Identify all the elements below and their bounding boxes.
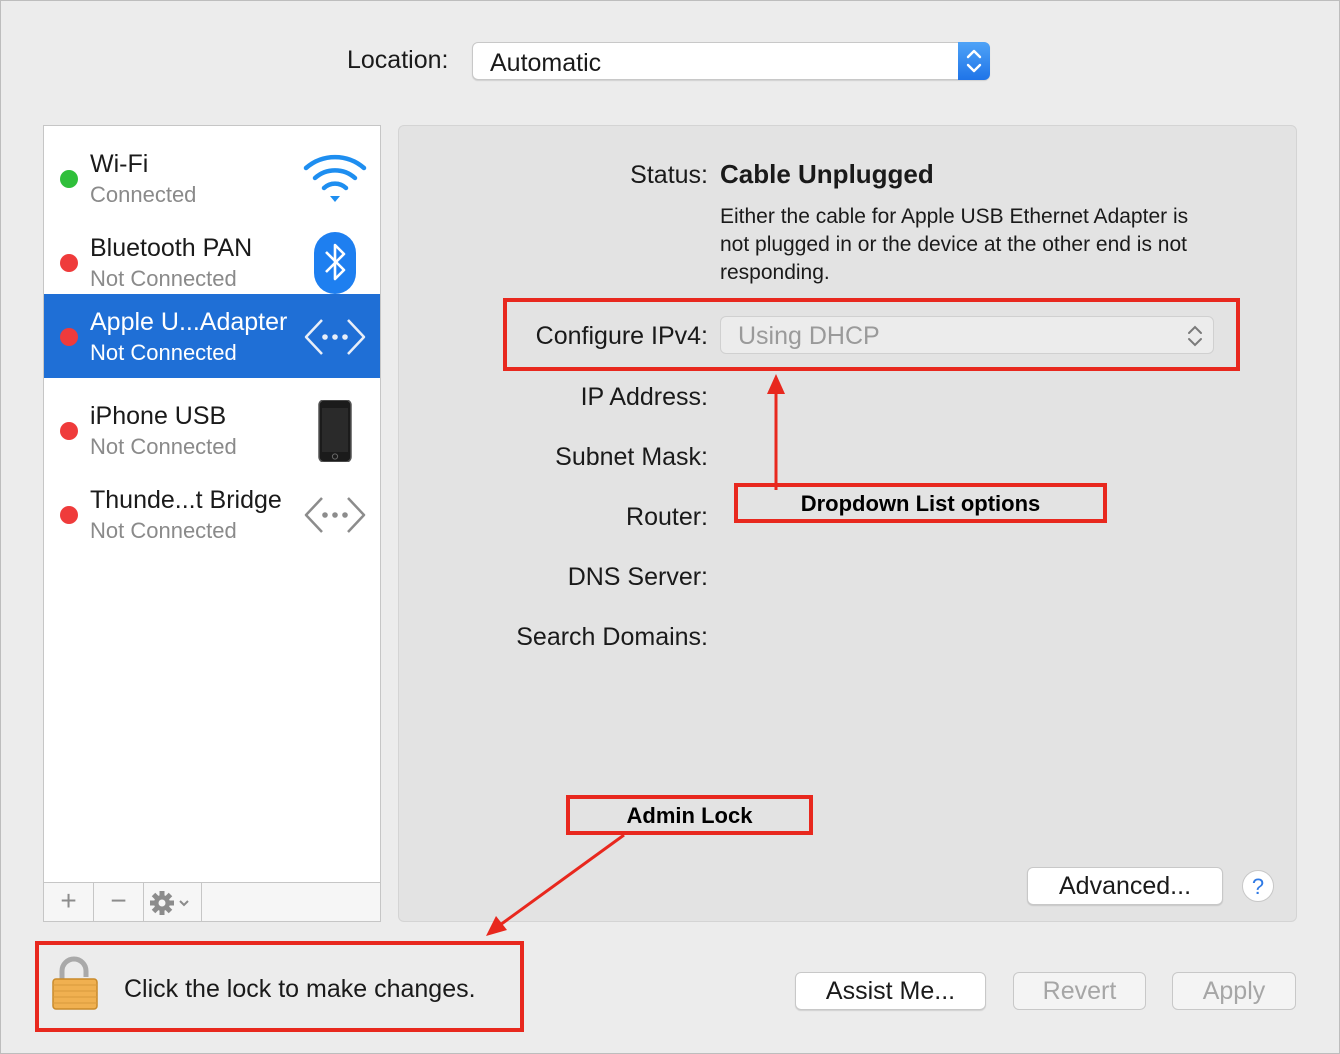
arrow-head [767, 374, 785, 394]
annotation-arrows [486, 374, 785, 936]
arrow-head [486, 916, 507, 936]
arrow-line [499, 833, 625, 927]
